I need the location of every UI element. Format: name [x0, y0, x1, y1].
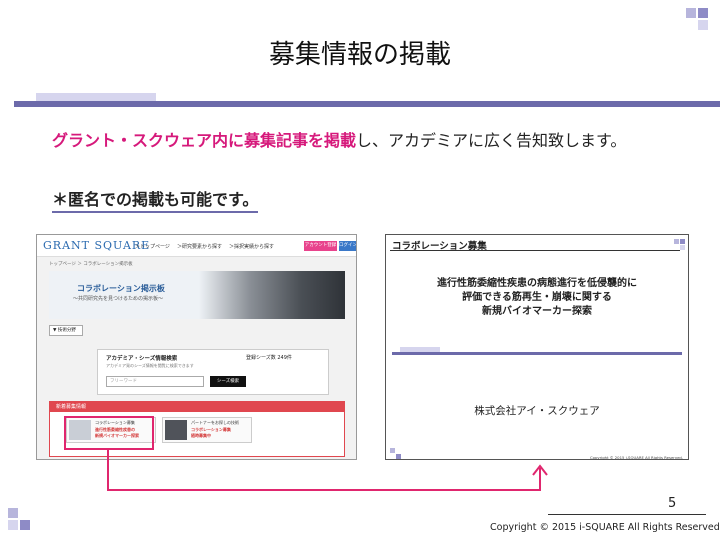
nav-link-research[interactable]: ＞研究要素から探す: [177, 243, 222, 250]
decor-square: [686, 8, 696, 18]
title-rule: [14, 101, 720, 107]
login-button[interactable]: ログイン: [339, 241, 356, 251]
page-number: 5: [668, 496, 677, 511]
footer-copyright: Copyright © 2015 i-SQUARE All Rights Res…: [490, 522, 720, 533]
posting-screenshot: コラボレーション募集 進行性筋委縮性疾患の病態進行を低侵襲的に 評価できる筋再生…: [385, 234, 689, 460]
seeds-search-button[interactable]: シーズ検索: [210, 376, 246, 387]
posting-title-line: 評価できる筋再生・崩壊に関する: [462, 292, 612, 303]
posting-rule: [392, 352, 682, 355]
search-description: アカデミア発のシーズ情報を閲覧に検索できます: [106, 363, 194, 368]
breadcrumb: トップページ ＞ コラボレーション掲示板: [49, 262, 133, 267]
slide-title: 募集情報の掲載: [268, 40, 451, 70]
posting-title-line: 進行性筋委縮性疾患の病態進行を低侵襲的に: [437, 278, 637, 289]
seeds-count: 登録シーズ数 249件: [246, 355, 292, 361]
lead-text: グラント・スクウェア内に募集記事を掲載し、アカデミアに広く告知致します。: [52, 130, 642, 152]
decor-square: [20, 520, 30, 530]
footer-rule: [548, 514, 706, 515]
highlight-frame: [64, 416, 154, 450]
anonymous-note: ＊匿名での掲載も可能です。: [52, 186, 259, 213]
title-accent-bar: [36, 93, 156, 101]
decor-square: [680, 245, 685, 250]
card-label: パートナーをお探しの技術: [191, 420, 239, 425]
posting-card-partner[interactable]: パートナーをお探しの技術 コラボレーション募集 随時募集中: [162, 417, 252, 443]
banner-photo: [199, 271, 345, 319]
decor-square: [8, 520, 18, 530]
category-select[interactable]: ▼ 技術分野: [49, 325, 83, 336]
seeds-search-panel: アカデミア・シーズ情報検索 登録シーズ数 249件 アカデミア発のシーズ情報を閲…: [97, 349, 329, 395]
posting-header-rule: [390, 250, 680, 251]
banner-title: コラボレーション掲示板: [77, 284, 165, 293]
nav-link-adopted[interactable]: ＞採択実績から探す: [229, 243, 274, 250]
posting-title: 進行性筋委縮性疾患の病態進行を低侵襲的に 評価できる筋再生・崩壊に関する 新規バ…: [386, 277, 688, 319]
new-postings-header: 新着募集情報: [50, 402, 344, 412]
company-name: 株式会社アイ・スクウェア: [474, 405, 600, 417]
connector-arrow: [107, 450, 548, 491]
site-header: GRANT SQUARE ＞トップページ ＞研究要素から探す ＞採択実績から探す…: [37, 235, 356, 257]
card-line: コラボレーション募集: [191, 427, 231, 432]
decor-square: [674, 239, 679, 244]
posting-title-line: 新規バイオマーカー探索: [482, 306, 592, 317]
decor-square: [680, 239, 685, 244]
account-register-button[interactable]: アカウント登録: [304, 241, 337, 251]
decor-square: [8, 508, 18, 518]
search-title: アカデミア・シーズ情報検索: [106, 356, 178, 362]
lead-rest: し、アカデミアに広く告知致します。: [356, 131, 627, 150]
lead-highlight: グラント・スクウェア内に募集記事を掲載: [52, 131, 357, 150]
posting-copyright: Copyright © 2015 i-SQUARE All Rights Res…: [590, 455, 684, 460]
decor-square: [698, 20, 708, 30]
board-banner: コラボレーション掲示板 ～共同研究先を見つけるための掲示板～: [49, 271, 345, 319]
decor-square: [698, 8, 708, 18]
freeword-input[interactable]: フリーワード: [106, 376, 204, 387]
nav-link-top[interactable]: ＞トップページ: [135, 243, 170, 250]
banner-subtitle: ～共同研究先を見つけるための掲示板～: [73, 296, 164, 302]
card-thumbnail: [165, 420, 187, 440]
card-line: 随時募集中: [191, 433, 211, 438]
